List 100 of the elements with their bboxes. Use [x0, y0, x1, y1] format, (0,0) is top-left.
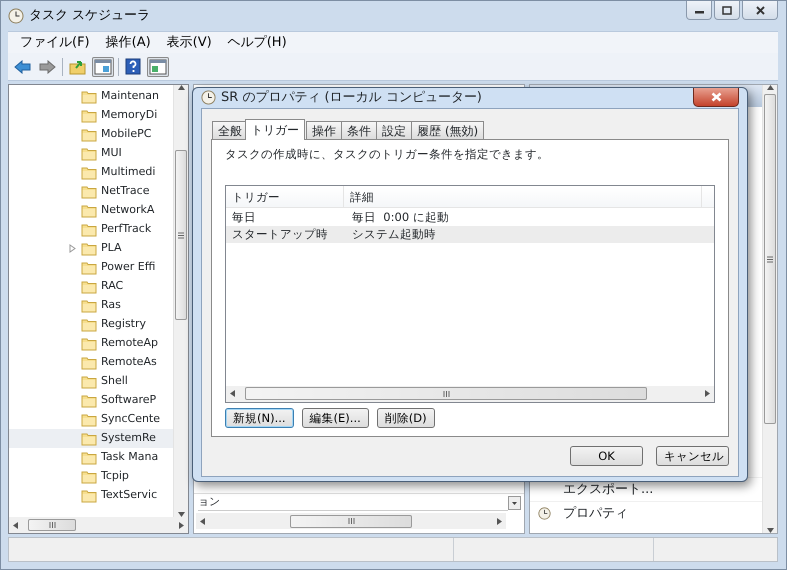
pane-icon: [94, 58, 112, 74]
folder-icon: [81, 450, 97, 464]
grip-icon: [348, 518, 354, 524]
scroll-left-icon[interactable]: [230, 390, 235, 397]
grip-icon: [178, 232, 184, 238]
scroll-left-icon[interactable]: [13, 522, 18, 528]
minimize-button[interactable]: [686, 1, 712, 20]
folder-icon: [81, 470, 97, 484]
grip-icon: [767, 256, 773, 262]
folder-icon: [81, 394, 97, 408]
tree-item[interactable]: TextServic: [9, 486, 173, 505]
tree-item[interactable]: Maintenan: [9, 87, 173, 106]
horizontal-scrollbar[interactable]: [196, 513, 506, 529]
action-item[interactable]: プロパティ: [530, 501, 762, 525]
scroll-down-icon[interactable]: [766, 528, 774, 533]
tree-item[interactable]: NetTrace: [9, 182, 173, 201]
console-tree-button[interactable]: [92, 56, 114, 76]
folder-arrow-icon: [69, 58, 86, 74]
folder-icon: [81, 412, 97, 426]
scroll-left-icon[interactable]: [200, 518, 205, 524]
folder-icon: [81, 204, 97, 218]
tree-item[interactable]: MUI: [9, 144, 173, 163]
folder-icon: [81, 90, 97, 104]
dialog-button[interactable]: 新規(N)...: [225, 408, 294, 428]
tree-item[interactable]: Power Effi: [9, 258, 173, 277]
tree-item[interactable]: PLA: [9, 239, 173, 258]
vertical-scrollbar[interactable]: [173, 85, 188, 517]
horizontal-scrollbar[interactable]: [226, 386, 714, 402]
vertical-scrollbar[interactable]: [762, 85, 777, 533]
scroll-right-icon[interactable]: [497, 518, 502, 524]
folder-icon: [81, 356, 97, 370]
tree-item[interactable]: MobilePC: [9, 125, 173, 144]
tree-item[interactable]: SoftwareP: [9, 391, 173, 410]
folder-icon: [81, 128, 97, 142]
tab[interactable]: 操作: [306, 120, 342, 138]
folder-icon: [81, 184, 97, 198]
scroll-right-icon[interactable]: [705, 390, 710, 397]
forward-arrow-icon: [39, 60, 56, 74]
back-arrow-icon: [14, 60, 31, 74]
folder-icon: [81, 260, 97, 274]
dialog-button[interactable]: OK: [570, 446, 643, 466]
folder-icon: [81, 108, 97, 122]
tree-item[interactable]: Multimedi: [9, 163, 173, 182]
maximize-icon: [722, 6, 732, 14]
scroll-up-icon[interactable]: [178, 85, 184, 90]
tree-item[interactable]: Shell: [9, 372, 173, 391]
grip-icon: [442, 390, 450, 396]
clock-icon: [201, 90, 216, 106]
tab[interactable]: トリガー: [245, 118, 305, 140]
tree-item[interactable]: Task Mana: [9, 448, 173, 467]
menu-item[interactable]: 表示(V): [158, 32, 220, 52]
dialog-button[interactable]: 削除(D): [376, 408, 435, 428]
forward-button[interactable]: [37, 58, 58, 76]
clock-icon: [8, 8, 24, 24]
menu-item[interactable]: ファイル(F): [12, 32, 98, 52]
column-header[interactable]: 詳細: [344, 186, 702, 207]
help-icon: [125, 58, 141, 75]
tree-item[interactable]: NetworkA: [9, 201, 173, 220]
tree-item[interactable]: Ras: [9, 296, 173, 315]
tab[interactable]: 条件: [341, 120, 377, 138]
folder-icon: [81, 374, 97, 388]
dialog-button[interactable]: キャンセル: [656, 446, 729, 466]
tab[interactable]: 設定: [376, 120, 412, 138]
back-button[interactable]: [12, 58, 33, 76]
column-header[interactable]: トリガー: [226, 186, 344, 207]
close-button[interactable]: [742, 1, 778, 20]
close-button[interactable]: [693, 88, 739, 107]
menu-item[interactable]: 操作(A): [98, 32, 159, 52]
folder-icon: [81, 336, 97, 350]
list-row[interactable]: スタートアップ時 システム起動時: [226, 226, 714, 243]
action-pane-button[interactable]: [147, 56, 169, 76]
horizontal-scrollbar[interactable]: [9, 517, 188, 533]
tree-item[interactable]: Registry: [9, 315, 173, 334]
folder-icon: [81, 488, 97, 502]
pane-icon: [149, 58, 167, 74]
tree-item[interactable]: RemoteAs: [9, 353, 173, 372]
help-button[interactable]: [123, 56, 143, 77]
dialog-button[interactable]: 編集(E)...: [302, 408, 369, 428]
scroll-up-icon[interactable]: [766, 85, 774, 90]
menu-item[interactable]: ヘルプ(H): [220, 32, 295, 52]
tree-item[interactable]: PerfTrack: [9, 220, 173, 239]
tree-item[interactable]: RAC: [9, 277, 173, 296]
tree-item[interactable]: SyncCente: [9, 410, 173, 429]
clock-icon: [538, 507, 551, 520]
tab[interactable]: 全般: [212, 120, 248, 138]
tree-item[interactable]: MemoryDi: [9, 106, 173, 125]
dialog-title: SR のプロパティ (ローカル コンピューター): [221, 89, 482, 107]
folder-icon: [81, 166, 97, 180]
folder-icon: [81, 222, 97, 236]
grip-icon: [48, 522, 56, 528]
scroll-right-icon[interactable]: [179, 522, 184, 528]
tree-item[interactable]: RemoteAp: [9, 334, 173, 353]
tab[interactable]: 履歴 (無効): [411, 120, 484, 138]
close-icon: [756, 6, 764, 14]
folder-icon: [81, 242, 97, 256]
list-row[interactable]: 毎日 毎日 0:00 に起動: [226, 208, 714, 226]
tree-item[interactable]: Tcpip: [9, 467, 173, 486]
tree-item[interactable]: SystemRe: [9, 429, 173, 448]
maximize-button[interactable]: [714, 1, 740, 20]
expand-icon[interactable]: [68, 244, 76, 253]
